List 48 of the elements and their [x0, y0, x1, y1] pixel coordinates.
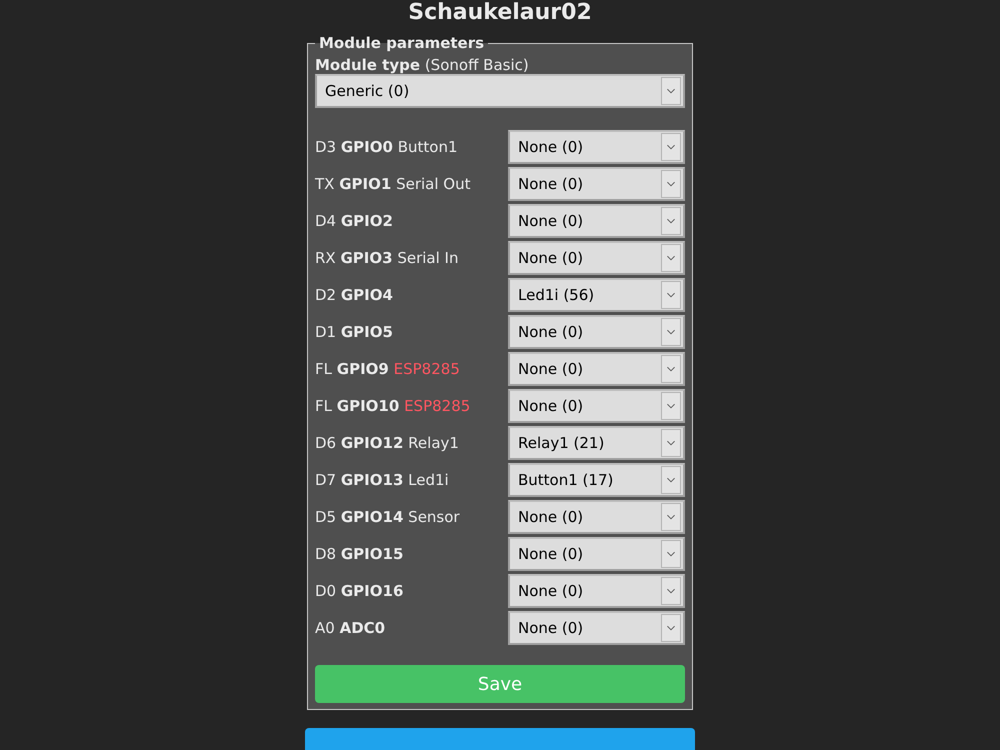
pin-label: D5 GPIO14 Sensor — [315, 508, 460, 526]
chevron-down-icon — [661, 614, 681, 642]
pin-label: FL GPIO10 ESP8285 — [315, 397, 470, 415]
pin-label: A0 ADC0 — [315, 619, 386, 637]
pin-label: D4 GPIO2 — [315, 212, 393, 230]
chevron-down-icon — [661, 207, 681, 235]
chevron-down-icon — [661, 170, 681, 198]
button[interactable] — [305, 728, 695, 750]
pin-label: D1 GPIO5 — [315, 323, 393, 341]
pin-label: D6 GPIO12 Relay1 — [315, 434, 459, 452]
pin-label: D0 GPIO16 — [315, 582, 404, 600]
chevron-down-icon — [661, 133, 681, 161]
dropdown[interactable]: None (0) — [508, 241, 685, 275]
chevron-down-icon — [661, 244, 681, 272]
module-type-label: Module type (Sonoff Basic) — [315, 56, 530, 74]
pin-label: TX GPIO1 Serial Out — [315, 175, 471, 193]
dropdown[interactable]: None (0) — [508, 389, 685, 423]
chevron-down-icon — [661, 540, 681, 568]
chevron-down-icon — [661, 392, 681, 420]
pin-label: D3 GPIO0 Button1 — [315, 138, 458, 156]
chevron-down-icon — [661, 355, 681, 383]
dropdown[interactable]: None (0) — [508, 500, 685, 534]
dropdown[interactable]: Button1 (17) — [508, 463, 685, 497]
dropdown[interactable]: None (0) — [508, 130, 685, 164]
chevron-down-icon — [661, 577, 681, 605]
pin-label: D2 GPIO4 — [315, 286, 393, 304]
pin-label: FL GPIO9 ESP8285 — [315, 360, 460, 378]
dropdown[interactable]: None (0) — [508, 204, 685, 238]
page-title: Schaukelaur02 — [408, 0, 592, 26]
dropdown[interactable]: Relay1 (21) — [508, 426, 685, 460]
chevron-down-icon — [661, 503, 681, 531]
dropdown[interactable]: None (0) — [508, 167, 685, 201]
chevron-down-icon — [661, 429, 681, 457]
chevron-down-icon — [661, 466, 681, 494]
fieldset-legend: Module parameters — [315, 34, 488, 52]
dropdown[interactable]: None (0) — [508, 537, 685, 571]
dropdown[interactable]: None (0) — [508, 352, 685, 386]
chevron-down-icon — [661, 281, 681, 309]
chevron-down-icon — [661, 318, 681, 346]
dropdown[interactable]: None (0) — [508, 611, 685, 645]
chevron-down-icon — [661, 77, 681, 105]
dropdown[interactable]: Generic (0) — [315, 74, 685, 108]
dropdown[interactable]: None (0) — [508, 574, 685, 608]
dropdown[interactable]: None (0) — [508, 315, 685, 349]
pin-label: D7 GPIO13 Led1i — [315, 471, 449, 489]
pin-label: D8 GPIO15 — [315, 545, 404, 563]
pin-label: RX GPIO3 Serial In — [315, 249, 458, 267]
dropdown[interactable]: Led1i (56) — [508, 278, 685, 312]
